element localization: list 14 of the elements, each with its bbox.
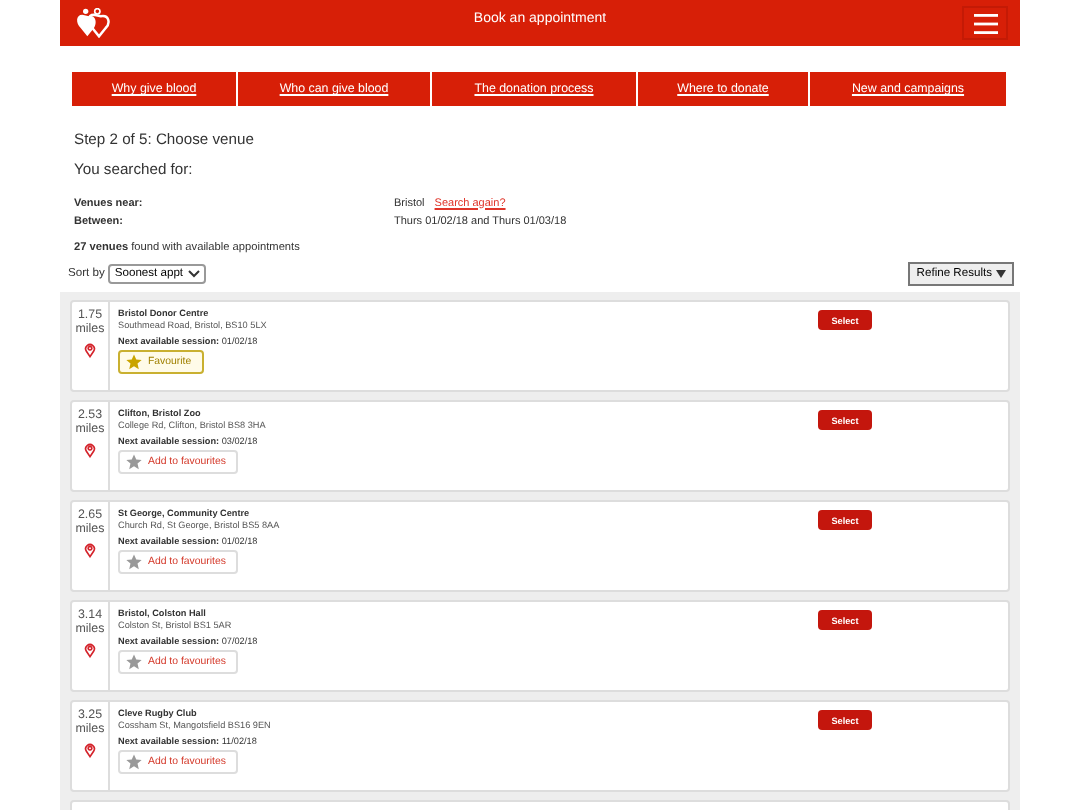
- star-icon: [126, 654, 142, 670]
- star-icon: [126, 354, 142, 370]
- map-pin-icon[interactable]: [84, 542, 96, 558]
- map-pin-icon[interactable]: [84, 642, 96, 658]
- menu-icon[interactable]: [962, 6, 1008, 40]
- star-icon: [126, 554, 142, 570]
- caret-icon: [187, 270, 200, 278]
- caret-icon: [996, 270, 1006, 278]
- map-pin-icon[interactable]: [84, 442, 96, 458]
- star-icon: [126, 454, 142, 470]
- map-pin-icon[interactable]: [84, 742, 96, 758]
- hearts-logo-icon[interactable]: [74, 8, 114, 38]
- star-icon: [126, 754, 142, 770]
- map-pin-icon[interactable]: [84, 342, 96, 358]
